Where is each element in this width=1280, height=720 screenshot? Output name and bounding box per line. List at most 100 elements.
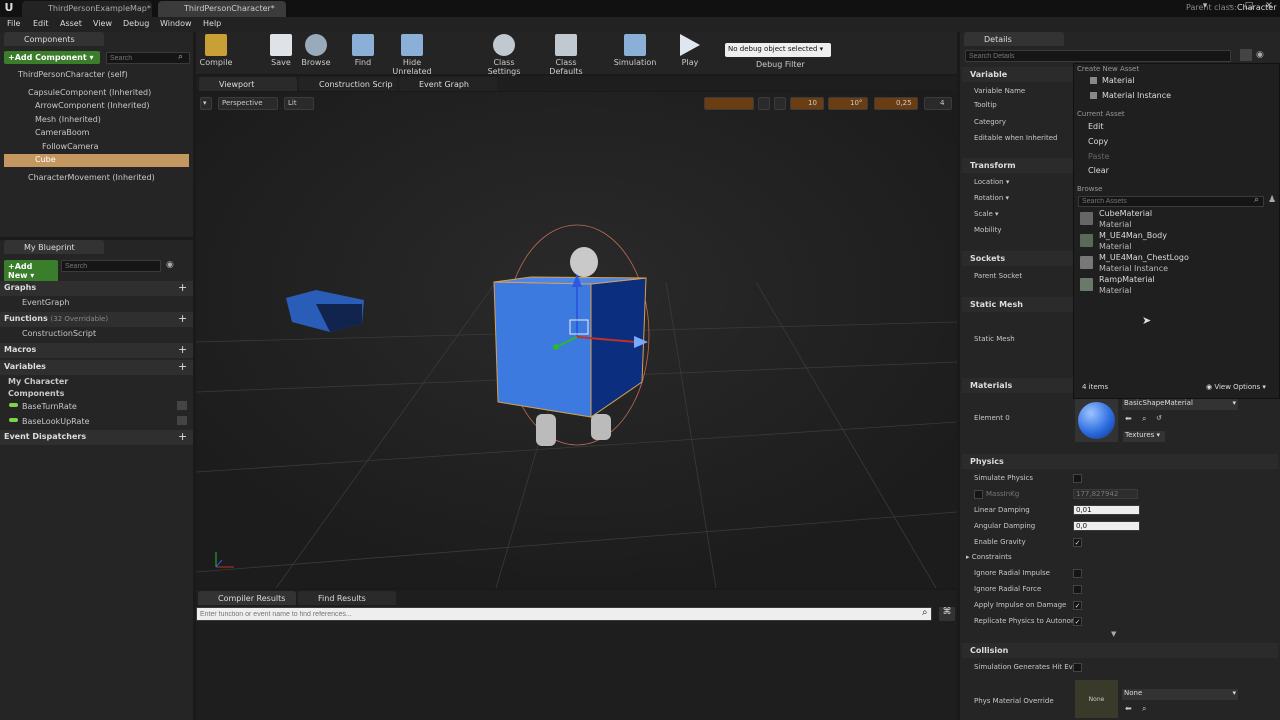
grid-snap-button[interactable]: 10	[790, 97, 824, 110]
tab-construction-script[interactable]: Construction Scrip	[299, 77, 397, 91]
asset-name-ue4man-body[interactable]: M_UE4Man_Body	[1099, 231, 1167, 240]
create-material-item[interactable]: Material	[1102, 76, 1135, 85]
event-graph-item[interactable]: EventGraph	[22, 298, 69, 307]
eye-toggle-icon[interactable]	[177, 401, 187, 410]
tab-find-results[interactable]: Find Results	[298, 591, 396, 605]
tab-event-graph[interactable]: Event Graph	[399, 77, 497, 91]
property-matrix-icon[interactable]	[1240, 49, 1252, 61]
section-collision[interactable]: Collision	[962, 643, 1278, 658]
asset-name-chest-logo[interactable]: M_UE4Man_ChestLogo	[1099, 253, 1189, 262]
compile-button[interactable]: Compile	[198, 34, 234, 72]
browse-button[interactable]: Browse	[298, 34, 334, 72]
class-defaults-button[interactable]: Class Defaults	[538, 34, 594, 76]
add-graph-icon[interactable]: +	[178, 281, 187, 294]
tree-item-follow-camera[interactable]: FollowCamera	[42, 142, 99, 151]
replicate-physics-checkbox[interactable]: ✓	[1073, 617, 1082, 626]
viewport[interactable]	[195, 92, 958, 589]
variables-header[interactable]: Variables	[0, 360, 193, 375]
menu-asset[interactable]: Asset	[60, 19, 82, 28]
tree-item-arrow[interactable]: ArrowComponent (Inherited)	[35, 101, 149, 110]
sim-generates-hit-checkbox[interactable]	[1073, 663, 1082, 672]
clear-item[interactable]: Clear	[1088, 166, 1109, 175]
mass-field[interactable]: 177,827942	[1073, 489, 1138, 499]
browse-asset-icon[interactable]: ⌕	[1142, 704, 1146, 714]
camera-speed-button[interactable]: 4	[924, 97, 952, 110]
section-physics[interactable]: Physics	[962, 454, 1278, 469]
event-dispatchers-header[interactable]: Event Dispatchers	[0, 430, 193, 445]
use-selected-arrow-icon[interactable]: ⬅	[1125, 704, 1132, 713]
maximize-window-button[interactable]: □	[1242, 1, 1256, 13]
components-category[interactable]: Components	[8, 389, 64, 398]
scale-snap-button[interactable]: 0,25	[874, 97, 918, 110]
lit-button[interactable]: Lit	[284, 97, 314, 110]
hide-unrelated-button[interactable]: Hide Unrelated	[384, 34, 440, 76]
tree-item-cube-row[interactable]	[4, 154, 189, 167]
linear-damping-field[interactable]: 0,01	[1073, 505, 1140, 515]
browse-asset-icon[interactable]: ⌕	[1142, 414, 1146, 424]
play-button[interactable]: Play	[672, 34, 708, 72]
eye-icon[interactable]: ◉	[166, 260, 174, 270]
ignore-radial-impulse-checkbox[interactable]	[1073, 569, 1082, 578]
rotation-snap-button[interactable]: 10°	[828, 97, 868, 110]
components-tab[interactable]: Components	[4, 32, 104, 46]
phys-material-thumbnail[interactable]: None	[1075, 680, 1118, 718]
menu-view[interactable]: View	[93, 19, 112, 28]
tab-viewport[interactable]: Viewport	[199, 77, 297, 91]
construction-script-item[interactable]: ConstructionScript	[22, 329, 96, 338]
menu-debug[interactable]: Debug	[123, 19, 149, 28]
tab-third-person-example-map[interactable]: ThirdPersonExampleMap*	[22, 1, 152, 17]
minimize-window-button[interactable]: –	[1224, 1, 1238, 13]
menu-file[interactable]: File	[7, 19, 20, 28]
person-icon[interactable]: ♟	[1268, 195, 1276, 205]
transform-mode-buttons[interactable]	[704, 97, 754, 110]
tree-item-capsule[interactable]: CapsuleComponent (Inherited)	[28, 88, 151, 97]
search-assets-input[interactable]	[1078, 196, 1264, 207]
add-variable-icon[interactable]: +	[178, 360, 187, 373]
var-base-lookup-rate[interactable]: BaseLookUpRate	[22, 417, 90, 426]
var-base-turn-rate[interactable]: BaseTurnRate	[22, 402, 77, 411]
use-selected-arrow-icon[interactable]: ⬅	[1125, 414, 1132, 423]
eye-icon[interactable]: ◉	[1256, 50, 1264, 60]
functions-header[interactable]: Functions (32 Overridable)	[0, 312, 193, 327]
simulate-physics-checkbox[interactable]	[1073, 474, 1082, 483]
view-options-button[interactable]: ◉ View Options ▾	[1206, 383, 1266, 391]
tree-item-camera-boom[interactable]: CameraBoom	[35, 128, 89, 137]
asset-name-ramp-material[interactable]: RampMaterial	[1099, 275, 1155, 284]
tab-third-person-character[interactable]: ThirdPersonCharacter*	[158, 1, 286, 17]
asset-picker-popup[interactable]: Create New Asset Material Material Insta…	[1073, 63, 1280, 399]
find-button[interactable]: Find	[346, 34, 380, 72]
graphs-header[interactable]: Graphs	[0, 281, 193, 296]
menu-window[interactable]: Window	[160, 19, 192, 28]
create-material-instance-item[interactable]: Material Instance	[1102, 91, 1171, 100]
tree-item-cube[interactable]: Cube	[35, 155, 56, 164]
enable-gravity-checkbox[interactable]: ✓	[1073, 538, 1082, 547]
menu-edit[interactable]: Edit	[33, 19, 49, 28]
add-macro-icon[interactable]: +	[178, 343, 187, 356]
minimize-icon[interactable]: ▾	[1198, 1, 1212, 13]
blueprint-search-input[interactable]	[61, 260, 161, 272]
perspective-button[interactable]: Perspective	[218, 97, 278, 110]
material-thumbnail[interactable]	[1075, 399, 1118, 442]
angular-damping-field[interactable]: 0,0	[1073, 521, 1140, 531]
add-component-button[interactable]: +Add Component ▾	[4, 51, 100, 64]
macros-header[interactable]: Macros	[0, 343, 193, 358]
location-dropdown[interactable]: Location ▾	[974, 178, 1009, 186]
constraints-expander[interactable]: ▸ Constraints	[966, 553, 1012, 561]
binoculars-icon[interactable]: ⌘	[939, 607, 955, 621]
debug-object-dropdown[interactable]: No debug object selected ▾	[725, 43, 831, 57]
eye-toggle-icon[interactable]	[177, 416, 187, 425]
phys-material-dropdown[interactable]: None ▾	[1122, 689, 1238, 700]
my-character-category[interactable]: My Character	[8, 377, 68, 386]
tree-item-character-movement[interactable]: CharacterMovement (Inherited)	[28, 173, 155, 182]
apply-impulse-checkbox[interactable]: ✓	[1073, 601, 1082, 610]
tree-item-self[interactable]: ThirdPersonCharacter (self)	[18, 70, 128, 79]
details-search-input[interactable]	[965, 50, 1231, 62]
mass-override-checkbox[interactable]	[974, 490, 983, 499]
viewport-scene[interactable]	[195, 92, 958, 589]
textures-dropdown[interactable]: Textures ▾	[1123, 431, 1165, 442]
find-references-input[interactable]	[196, 607, 932, 621]
add-function-icon[interactable]: +	[178, 312, 187, 325]
ignore-radial-force-checkbox[interactable]	[1073, 585, 1082, 594]
asset-name-cube-material[interactable]: CubeMaterial	[1099, 209, 1152, 218]
add-new-button[interactable]: +Add New ▾	[4, 260, 58, 282]
